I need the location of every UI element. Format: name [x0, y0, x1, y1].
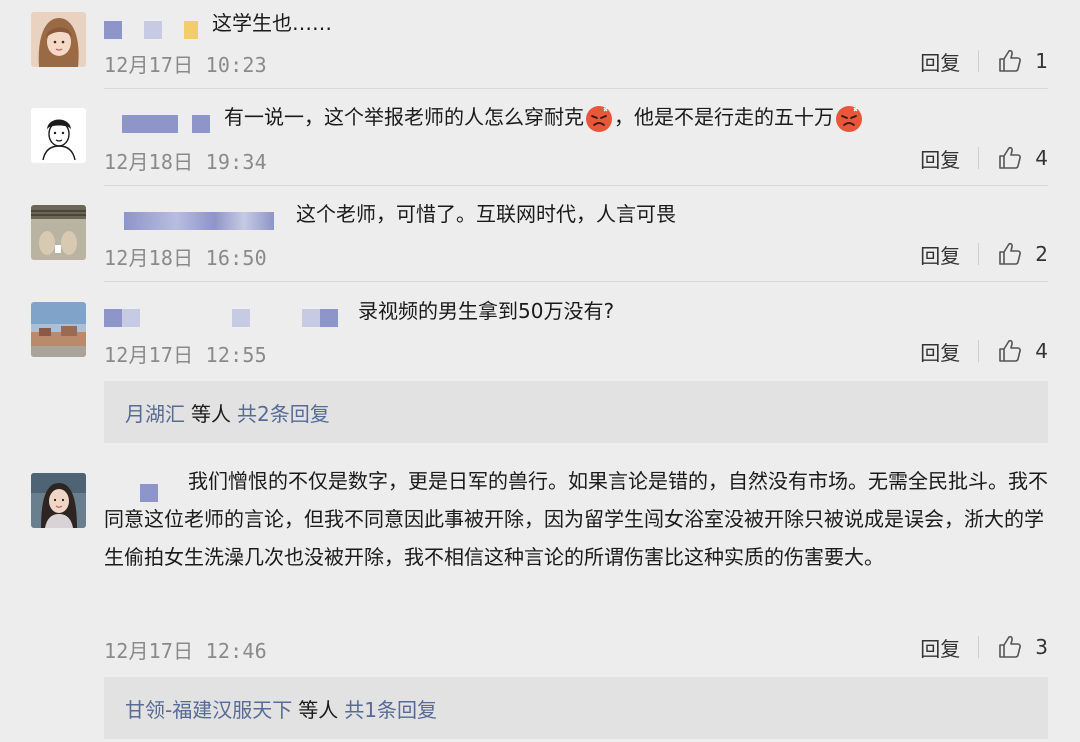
reply-author-link[interactable]: 月湖汇	[125, 398, 185, 427]
reply-connector: 等人	[191, 401, 231, 426]
divider	[104, 88, 1048, 89]
view-replies-link[interactable]: 共2条回复	[237, 398, 330, 427]
comment-text: 这学生也……	[104, 9, 1048, 39]
timestamp: 12月18日 19:34	[104, 150, 267, 174]
divider	[978, 50, 980, 72]
comment-body-continued: ，他是不是行走的五十万	[614, 105, 834, 129]
avatar[interactable]	[31, 108, 86, 163]
avatar[interactable]	[31, 473, 86, 528]
comment-body: 有一说一，这个举报老师的人怎么穿耐克	[224, 105, 584, 129]
blurred-username	[140, 473, 158, 502]
like-count: 3	[1035, 635, 1048, 659]
thumbs-up-icon[interactable]	[997, 241, 1023, 267]
blurred-username	[124, 206, 274, 230]
avatar[interactable]	[31, 12, 86, 67]
comment-body: 这学生也……	[212, 11, 332, 35]
timestamp: 12月17日 12:55	[104, 343, 267, 367]
comment-body: 我们憎恨的不仅是数字，更是日军的兽行。如果言论是错的，自然没有市场。无需全民批斗…	[104, 469, 1048, 569]
reply-button[interactable]: 回复	[920, 633, 960, 662]
thumbs-up-icon[interactable]	[997, 338, 1023, 364]
like-count: 4	[1035, 339, 1048, 363]
reply-button[interactable]: 回复	[920, 240, 960, 269]
comment-body: 录视频的男生拿到50万没有?	[358, 299, 615, 323]
reply-summary[interactable]: 月湖汇 等人 共2条回复	[104, 381, 1048, 443]
like-count: 4	[1035, 146, 1048, 170]
reply-button[interactable]: 回复	[920, 337, 960, 366]
divider	[978, 147, 980, 169]
like-count: 2	[1035, 242, 1048, 266]
avatar[interactable]	[31, 205, 86, 260]
blurred-username	[104, 15, 198, 39]
comment-body: 这个老师，可惜了。互联网时代，人言可畏	[296, 202, 676, 226]
comment-actions: 回复 4	[920, 336, 1048, 366]
divider	[104, 185, 1048, 186]
comment-text: 这个老师，可惜了。互联网时代，人言可畏	[104, 200, 1048, 230]
divider	[978, 340, 980, 362]
comment-actions: 回复 1	[920, 46, 1048, 76]
view-replies-link[interactable]: 共1条回复	[344, 694, 437, 723]
angry-face-emoji	[586, 105, 612, 132]
blurred-username	[104, 303, 338, 327]
comment-actions: 回复 2	[920, 239, 1048, 269]
timestamp: 12月17日 10:23	[104, 53, 267, 77]
reply-author-link[interactable]: 甘领-福建汉服天下	[125, 694, 292, 723]
reply-button[interactable]: 回复	[920, 144, 960, 173]
thumbs-up-icon[interactable]	[997, 48, 1023, 74]
reply-button[interactable]: 回复	[920, 47, 960, 76]
comment-text: 有一说一，这个举报老师的人怎么穿耐克 ，他是不是行走的五十万	[104, 103, 1048, 133]
comment-text: 录视频的男生拿到50万没有?	[104, 297, 1048, 327]
comment-text: 我们憎恨的不仅是数字，更是日军的兽行。如果言论是错的，自然没有市场。无需全民批斗…	[104, 462, 1048, 576]
comment-actions: 回复 4	[920, 143, 1048, 173]
like-count: 1	[1035, 49, 1048, 73]
divider	[978, 243, 980, 265]
thumbs-up-icon[interactable]	[997, 634, 1023, 660]
avatar[interactable]	[31, 302, 86, 357]
angry-face-emoji	[836, 105, 862, 132]
reply-summary[interactable]: 甘领-福建汉服天下 等人 共1条回复	[104, 677, 1048, 739]
blurred-username	[122, 109, 210, 133]
comment-actions: 回复 3	[920, 632, 1048, 662]
divider	[104, 281, 1048, 282]
thumbs-up-icon[interactable]	[997, 145, 1023, 171]
timestamp: 12月17日 12:46	[104, 639, 267, 663]
timestamp: 12月18日 16:50	[104, 246, 267, 270]
divider	[978, 636, 980, 658]
reply-connector: 等人	[298, 697, 339, 722]
